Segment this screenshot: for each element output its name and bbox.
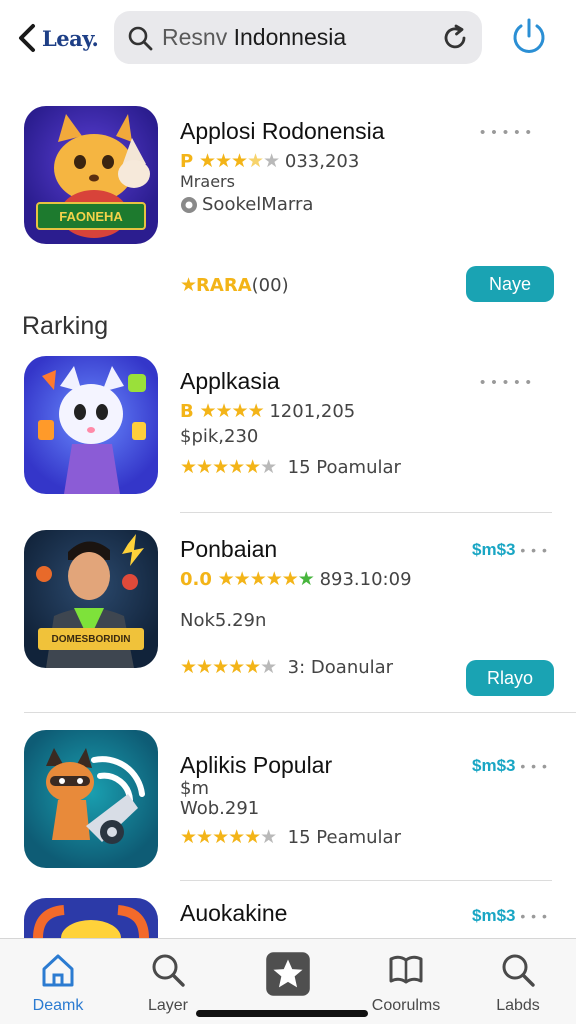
featured-reviews: ★RARA(00)	[180, 274, 289, 296]
rating-line: 0.0 ★★★★★★ 893.10:09	[180, 568, 412, 590]
star-rating-icon: ★★★★★★	[180, 456, 277, 478]
stars-text: RARA	[196, 275, 252, 296]
search-icon	[502, 954, 535, 987]
nav-label: Labds	[496, 997, 540, 1014]
search-prefix: Resnv	[162, 24, 228, 50]
nav-label: Deamk	[32, 997, 84, 1014]
app-subtitle: $pik,230	[180, 426, 259, 447]
nav-item-layer[interactable]: Layer	[118, 951, 218, 1015]
nav-item-home[interactable]: Deamk	[8, 951, 108, 1015]
search-icon	[128, 26, 153, 50]
home-icon	[42, 954, 74, 987]
nav-label: Coorulms	[371, 997, 441, 1014]
app-artwork-icon	[33, 905, 149, 938]
app-subtitle: Wob.291	[180, 798, 260, 819]
featured-subtitle: Mraers	[180, 172, 235, 191]
app-name[interactable]: Ponbaian	[180, 536, 277, 563]
more-options-icon: • • •	[515, 542, 548, 558]
price-value: $m$3	[472, 540, 516, 559]
search-query: Indonnesia	[233, 24, 347, 50]
popularity-text: 3: Doanular	[287, 657, 394, 678]
app-name[interactable]: Auokakine	[180, 900, 287, 927]
divider	[180, 880, 552, 881]
app-icon[interactable]: DOMESBORIDIN	[24, 530, 158, 668]
star-icon: ★	[180, 274, 197, 296]
price-value: $m$3	[472, 756, 516, 775]
book-icon	[389, 955, 423, 984]
rating-count: 1201,205	[269, 401, 356, 422]
nav-item-columns[interactable]: Coorulms	[356, 951, 456, 1015]
rating-lead: P	[180, 151, 194, 172]
price-label[interactable]: $m$3 • • •	[472, 906, 548, 926]
power-icon[interactable]	[508, 16, 550, 58]
rating-count: 033,203	[284, 151, 360, 172]
back-label: Leay.	[42, 25, 99, 51]
search-icon	[152, 954, 185, 987]
featured-publisher: SookelMarra	[180, 194, 313, 215]
chevron-left-icon	[19, 24, 35, 52]
star-rating-icon: ★★★★★★	[217, 568, 315, 590]
more-options-icon[interactable]: • • • • •	[480, 374, 532, 391]
featured-rating-line: P ★★★★★ 033,203	[180, 150, 359, 172]
search-input[interactable]: Resnv Indonnesia	[162, 24, 440, 51]
price-label[interactable]: $m$3 • • •	[472, 540, 548, 560]
more-options-icon: • • •	[515, 758, 548, 774]
publisher-name: SookelMarra	[202, 194, 314, 215]
popularity-line: ★★★★★★ 15 Poamular	[180, 456, 401, 478]
home-indicator[interactable]	[196, 1010, 368, 1017]
featured-app-icon[interactable]: FAONEHA	[24, 106, 158, 244]
rating-lead: 0.0	[180, 569, 212, 590]
top-bar: Leay. Resnv Indonnesia	[0, 0, 576, 78]
refresh-icon[interactable]	[440, 23, 470, 53]
rating-count: 893.10:09	[319, 569, 412, 590]
app-icon[interactable]	[24, 898, 158, 938]
more-options-icon: • • •	[515, 908, 548, 924]
rating-lead: B	[180, 401, 194, 422]
app-icon[interactable]	[24, 730, 158, 868]
app-name[interactable]: Aplikis Popular	[180, 752, 332, 779]
featured-icon-banner: FAONEHA	[36, 202, 146, 230]
nav-item-labels[interactable]: Labds	[468, 951, 568, 1015]
cat-character-icon	[38, 366, 146, 494]
popularity-text: 15 Peamular	[287, 827, 401, 848]
app-name[interactable]: Applkasia	[180, 368, 280, 395]
popularity-text: 15 Poamular	[287, 457, 401, 478]
star-rating-icon: ★★★★	[199, 400, 264, 422]
featured-app-name[interactable]: Applosi Rodonensia	[180, 118, 385, 145]
price-label[interactable]: $m$3 • • •	[472, 756, 548, 776]
app-icon[interactable]	[24, 356, 158, 494]
section-title: Rarking	[22, 312, 109, 340]
star-icon	[266, 952, 310, 996]
reviews-count: (00)	[251, 275, 289, 296]
racoon-character-icon	[46, 748, 145, 844]
rating-line: B ★★★★ 1201,205	[180, 400, 355, 422]
back-button[interactable]: Leay.	[16, 18, 99, 58]
search-bar[interactable]: Resnv Indonnesia	[114, 11, 482, 64]
icon-banner: DOMESBORIDIN	[51, 633, 131, 645]
divider	[24, 712, 576, 713]
popularity-line: ★★★★★★ 3: Doanular	[180, 656, 393, 678]
play-button[interactable]: Rlayo	[466, 660, 554, 696]
divider	[180, 512, 552, 513]
star-rating-icon: ★★★★★★	[180, 656, 277, 678]
more-options-icon[interactable]: • • • • •	[480, 124, 532, 141]
featured-action-button[interactable]: Naye	[466, 266, 554, 302]
star-rating-icon: ★★★★★	[198, 150, 280, 172]
app-subtitle: Nok5.29n	[180, 610, 267, 631]
app-price-short: $m	[180, 778, 209, 799]
star-rating-icon: ★★★★★★	[180, 826, 277, 848]
popularity-line: ★★★★★★ 15 Peamular	[180, 826, 401, 848]
nav-label: Layer	[147, 997, 189, 1014]
publisher-icon	[181, 196, 197, 213]
nav-item-featured[interactable]	[238, 951, 338, 1005]
price-value: $m$3	[472, 906, 516, 925]
